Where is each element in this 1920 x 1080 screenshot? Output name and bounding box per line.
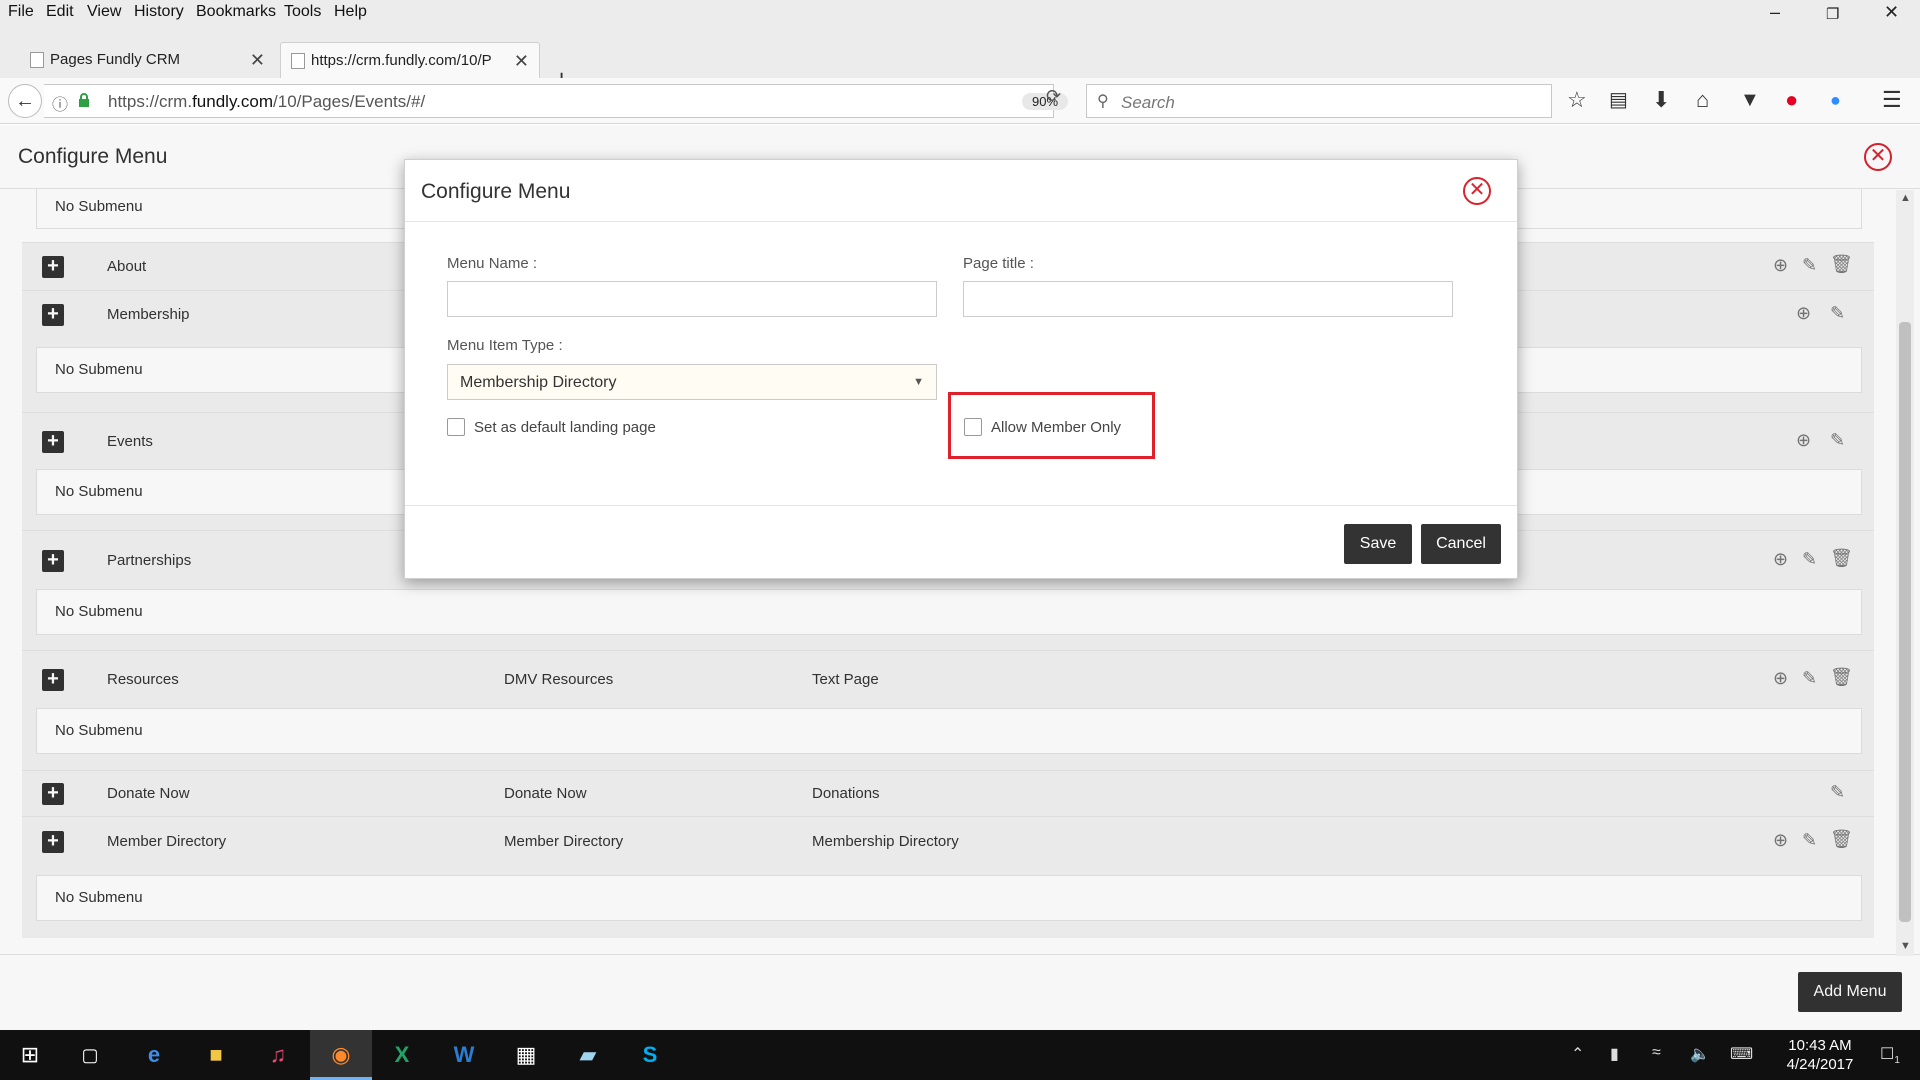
tab-label: Pages Fundly CRM bbox=[50, 51, 181, 68]
windows-start-icon[interactable]: ⊞ bbox=[10, 1040, 50, 1070]
notes-app-icon[interactable]: ▰ bbox=[568, 1040, 608, 1070]
back-arrow-icon[interactable]: ← bbox=[8, 84, 42, 118]
tab-pages-fundly-crm[interactable]: Pages Fundly CRM ✕ bbox=[20, 42, 275, 78]
wifi-icon[interactable]: ≈ bbox=[1652, 1044, 1661, 1062]
default-landing-checkbox[interactable] bbox=[447, 418, 465, 436]
dialog-close-icon[interactable]: ✕ bbox=[1463, 177, 1491, 205]
clock-time: 10:43 AM bbox=[1788, 1037, 1852, 1054]
menu-tools[interactable]: Tools bbox=[284, 3, 321, 21]
windows-taskbar: ⊞ ▢ e ■ ♫ ◉ X W ▦ ▰ S ⌃ ▮ ≈ 🔈 ⌨ 10:43 AM… bbox=[0, 1030, 1920, 1080]
extension-icon[interactable]: ● bbox=[1830, 88, 1841, 112]
cancel-button[interactable]: Cancel bbox=[1421, 524, 1501, 564]
menu-history[interactable]: History bbox=[134, 3, 184, 21]
configure-menu-dialog: Configure Menu ✕ Menu Name : Page title … bbox=[404, 159, 1518, 579]
url-text: https://crm.fundly.com/10/Pages/Events/#… bbox=[108, 92, 426, 111]
menu-bookmarks[interactable]: Bookmarks bbox=[196, 3, 276, 21]
menu-help[interactable]: Help bbox=[334, 3, 367, 21]
action-center-icon[interactable]: ☐1 bbox=[1880, 1044, 1900, 1066]
firefox-icon[interactable]: ◉ bbox=[310, 1030, 372, 1080]
address-bar[interactable]: ⓘ https://crm.fundly.com/10/Pages/Events… bbox=[44, 84, 1069, 118]
tab-close-icon[interactable]: ✕ bbox=[250, 42, 265, 78]
search-icon: ⚲ bbox=[1097, 93, 1109, 110]
volume-icon[interactable]: 🔈 bbox=[1690, 1044, 1710, 1064]
allow-member-only-label: Allow Member Only bbox=[991, 419, 1122, 436]
chevron-down-icon: ▼ bbox=[913, 376, 924, 388]
search-placeholder: Search bbox=[1121, 93, 1175, 112]
dialog-title: Configure Menu bbox=[421, 180, 571, 203]
skype-icon[interactable]: S bbox=[630, 1040, 670, 1070]
word-icon[interactable]: W bbox=[444, 1040, 484, 1070]
tab-label: https://crm.fundly.com/10/P bbox=[311, 52, 492, 69]
default-landing-label: Set as default landing page bbox=[474, 419, 656, 436]
keyboard-icon[interactable]: ⌨ bbox=[1730, 1044, 1753, 1064]
menu-item-type-select[interactable]: Membership Directory ▼ bbox=[447, 364, 937, 400]
itunes-icon[interactable]: ♫ bbox=[258, 1040, 298, 1070]
file-explorer-icon[interactable]: ■ bbox=[196, 1040, 236, 1070]
tab-close-icon[interactable]: ✕ bbox=[514, 43, 529, 79]
edge-browser-icon[interactable]: e bbox=[134, 1040, 174, 1070]
pinterest-icon[interactable]: ● bbox=[1785, 88, 1798, 112]
page-favicon-icon bbox=[30, 52, 44, 68]
menu-edit[interactable]: Edit bbox=[46, 3, 74, 21]
system-clock[interactable]: 10:43 AM 4/24/2017 bbox=[1770, 1036, 1870, 1074]
menu-name-input[interactable] bbox=[447, 281, 937, 317]
minimize-icon[interactable]: – bbox=[1770, 2, 1780, 23]
page-title-input[interactable] bbox=[963, 281, 1453, 317]
library-icon[interactable]: ▤ bbox=[1609, 88, 1628, 112]
calculator-icon[interactable]: ▦ bbox=[506, 1040, 546, 1070]
page-favicon-icon bbox=[291, 53, 305, 69]
notification-count: 1 bbox=[1894, 1055, 1900, 1067]
clock-date: 4/24/2017 bbox=[1786, 1056, 1854, 1073]
tray-chevron-up-icon[interactable]: ⌃ bbox=[1571, 1044, 1584, 1064]
bookmark-star-icon[interactable]: ☆ bbox=[1567, 88, 1587, 112]
dialog-footer: Save Cancel bbox=[405, 505, 1517, 580]
select-value: Membership Directory bbox=[460, 374, 617, 391]
browser-menubar: File Edit View History Bookmarks Tools H… bbox=[0, 0, 1920, 26]
reload-icon[interactable]: ⟳ bbox=[1046, 86, 1061, 107]
battery-icon[interactable]: ▮ bbox=[1610, 1044, 1619, 1064]
menu-item-type-label: Menu Item Type : bbox=[447, 337, 563, 354]
menu-file[interactable]: File bbox=[8, 3, 34, 21]
home-icon[interactable]: ⌂ bbox=[1696, 88, 1709, 112]
lock-icon bbox=[79, 93, 89, 107]
dialog-header: Configure Menu ✕ bbox=[405, 160, 1517, 222]
close-icon[interactable]: ✕ bbox=[1884, 2, 1899, 23]
restore-icon[interactable]: ❐ bbox=[1826, 5, 1839, 23]
allow-member-only-checbox[interactable] bbox=[964, 418, 982, 436]
menu-name-label: Menu Name : bbox=[447, 255, 538, 272]
page-title-label: Page title : bbox=[963, 255, 1034, 272]
download-icon[interactable]: ⬇ bbox=[1652, 88, 1670, 112]
tab-crm-fundly[interactable]: https://crm.fundly.com/10/P ✕ bbox=[280, 42, 540, 78]
save-button[interactable]: Save bbox=[1344, 524, 1412, 564]
search-input[interactable]: ⚲ Search bbox=[1086, 84, 1552, 118]
menu-view[interactable]: View bbox=[87, 3, 121, 21]
tab-bar: Pages Fundly CRM ✕ https://crm.fundly.co… bbox=[0, 26, 1920, 92]
hamburger-menu-icon[interactable]: ☰ bbox=[1882, 88, 1902, 112]
info-icon[interactable]: ⓘ bbox=[52, 91, 68, 115]
excel-icon[interactable]: X bbox=[382, 1040, 422, 1070]
pocket-icon[interactable]: ▼ bbox=[1740, 88, 1760, 112]
task-view-icon[interactable]: ▢ bbox=[70, 1040, 110, 1070]
navigation-toolbar: ← ⓘ https://crm.fundly.com/10/Pages/Even… bbox=[0, 78, 1920, 124]
